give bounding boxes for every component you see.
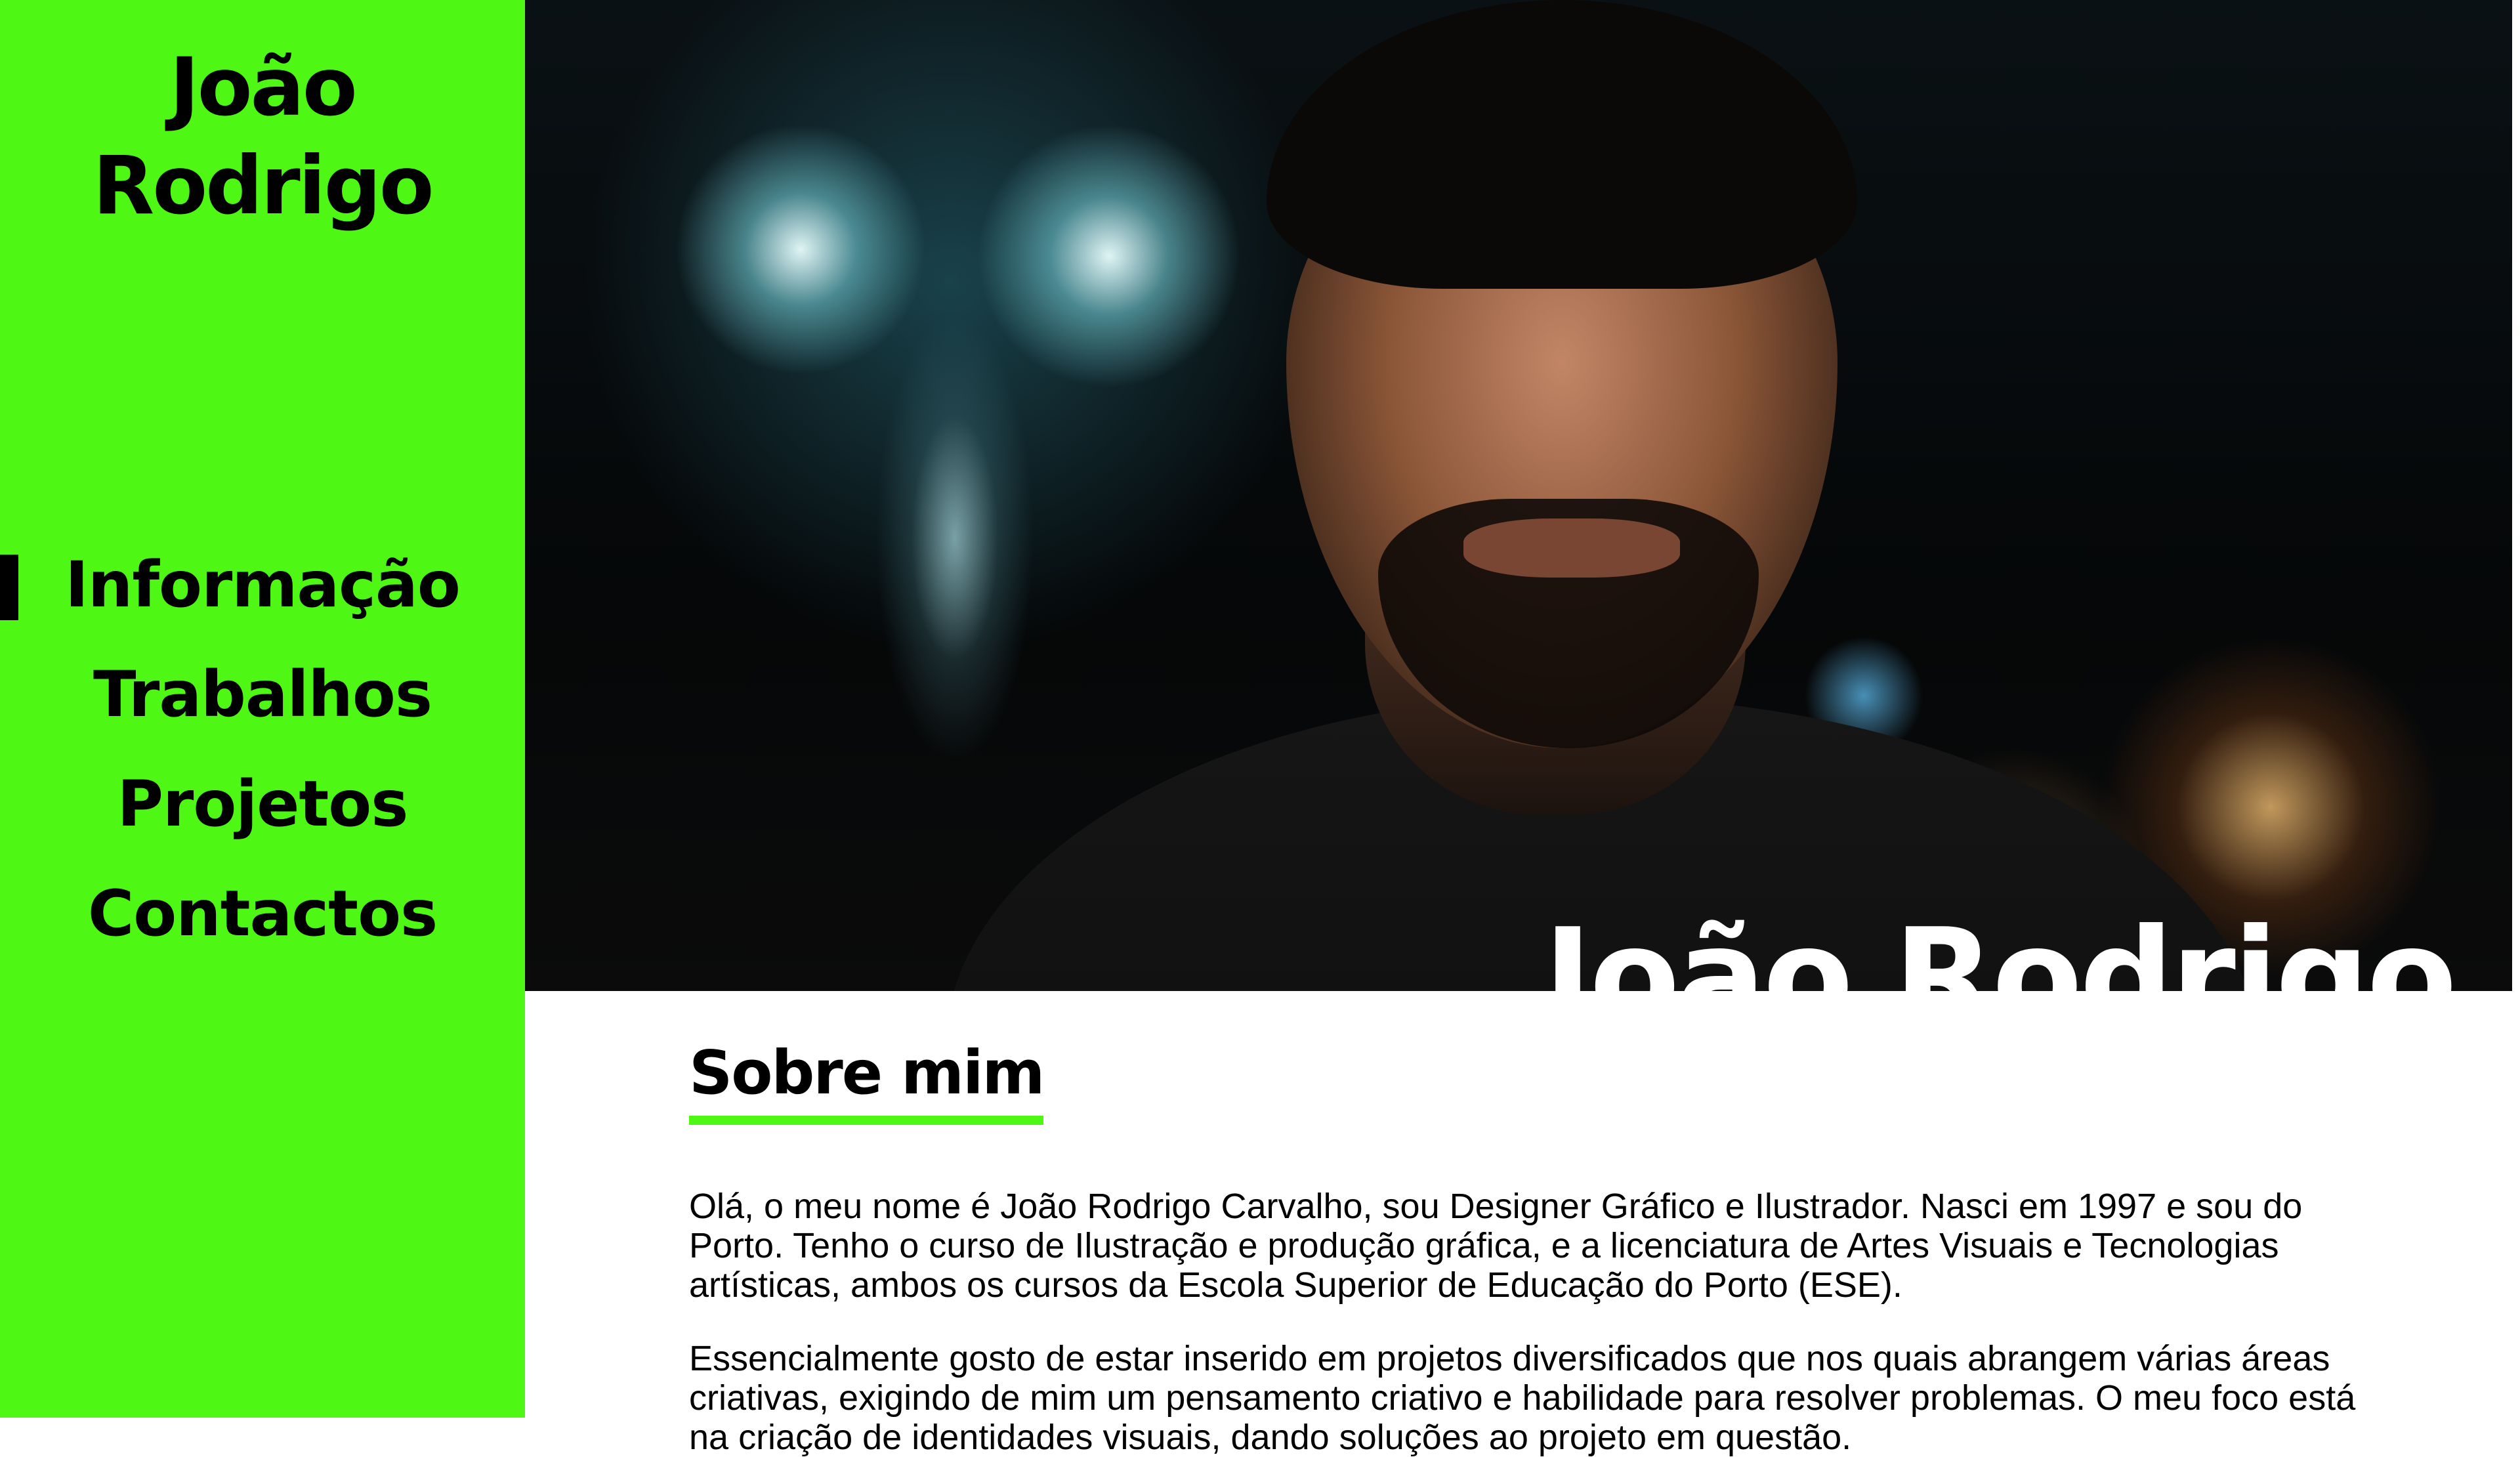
nav-item-label: Contactos bbox=[87, 877, 438, 950]
active-nav-marker bbox=[0, 555, 18, 620]
sidebar: João Rodrigo Informação Trabalhos Projet… bbox=[0, 0, 525, 1418]
nav-item-label: Informação bbox=[65, 548, 461, 622]
hero-title: João Rodrigo bbox=[1543, 900, 2457, 991]
about-section: Sobre mim Olá, o meu nome é João Rodrigo… bbox=[689, 1030, 2362, 1457]
about-paragraph: Olá, o meu nome é João Rodrigo Carvalho,… bbox=[689, 1187, 2303, 1305]
hero-banner: João Rodrigo bbox=[525, 0, 2520, 991]
scrollbar[interactable] bbox=[2512, 0, 2520, 1418]
nav-item-label: Trabalhos bbox=[93, 658, 432, 731]
site-logo[interactable]: João Rodrigo bbox=[0, 38, 525, 235]
scrollbar-thumb[interactable] bbox=[2512, 0, 2520, 427]
main-nav: Informação Trabalhos Projetos Contactos bbox=[0, 530, 525, 969]
nav-item-informacao[interactable]: Informação bbox=[0, 530, 525, 640]
hero-photo-mouth bbox=[1463, 518, 1680, 578]
nav-item-trabalhos[interactable]: Trabalhos bbox=[0, 640, 525, 750]
nav-item-contactos[interactable]: Contactos bbox=[0, 859, 525, 969]
section-title: Sobre mim bbox=[689, 1030, 1045, 1125]
nav-item-projetos[interactable]: Projetos bbox=[0, 750, 525, 859]
about-paragraph: Essencialmente gosto de estar inserido e… bbox=[689, 1339, 2356, 1457]
nav-item-label: Projetos bbox=[117, 767, 409, 841]
